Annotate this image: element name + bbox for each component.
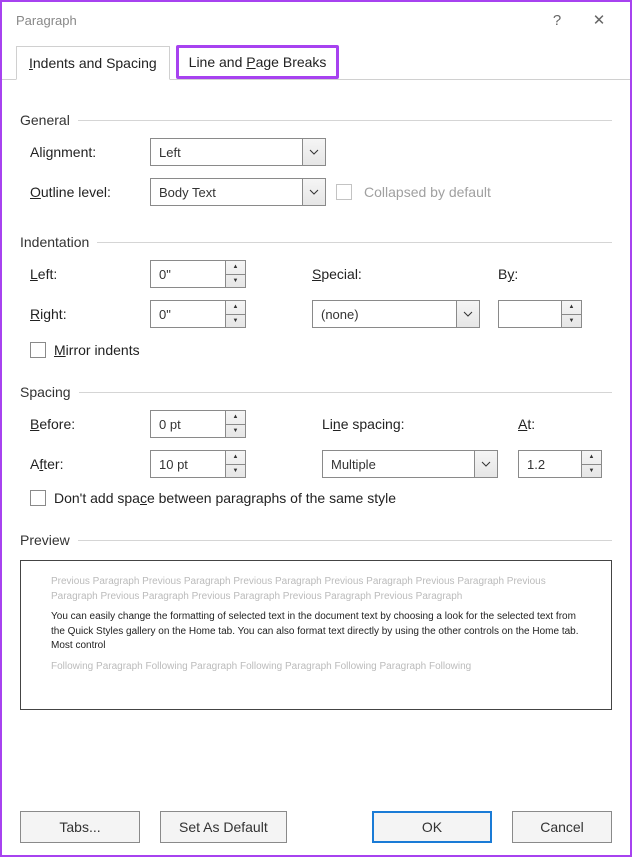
tabs-button-label: Tabs... (59, 819, 100, 835)
tab-line-and-page-breaks[interactable]: Line and Page Breaks (176, 45, 340, 79)
line-spacing-select[interactable]: Multiple (322, 450, 498, 478)
cancel-button[interactable]: Cancel (512, 811, 612, 843)
spinner-buttons[interactable]: ▲▼ (582, 450, 602, 478)
indent-right-value: 0" (150, 300, 226, 328)
outline-level-value: Body Text (150, 178, 302, 206)
spinner-buttons[interactable]: ▲▼ (226, 260, 246, 288)
collapsed-label: Collapsed by default (364, 184, 612, 200)
divider (78, 540, 612, 541)
section-heading-spacing: Spacing (20, 384, 71, 400)
tab-label: Line and Page Breaks (189, 54, 327, 70)
preview-following-text: Following Paragraph Following Paragraph … (51, 660, 581, 675)
by-value (498, 300, 562, 328)
divider (79, 392, 612, 393)
indent-right-spinner[interactable]: 0" ▲▼ (150, 300, 246, 328)
mirror-indents-label: Mirror indents (54, 342, 140, 358)
ok-button-label: OK (422, 819, 442, 835)
preview-box: Previous Paragraph Previous Paragraph Pr… (20, 560, 612, 710)
divider (78, 120, 612, 121)
special-label: Special: (312, 266, 462, 282)
collapsed-checkbox (336, 184, 352, 200)
line-spacing-label: Line spacing: (322, 416, 482, 432)
default-button-label: Set As Default (179, 819, 268, 835)
special-value: (none) (312, 300, 456, 328)
tabs-button[interactable]: Tabs... (20, 811, 140, 843)
ok-button[interactable]: OK (372, 811, 492, 843)
alignment-select[interactable]: Left (150, 138, 326, 166)
spinner-buttons[interactable]: ▲▼ (226, 450, 246, 478)
section-heading-general: General (20, 112, 70, 128)
set-as-default-button[interactable]: Set As Default (160, 811, 287, 843)
spinner-buttons[interactable]: ▲▼ (226, 300, 246, 328)
by-label: By: (498, 266, 612, 282)
help-icon[interactable]: ? (536, 2, 578, 38)
indent-left-spinner[interactable]: 0" ▲▼ (150, 260, 246, 288)
after-value: 10 pt (150, 450, 226, 478)
chevron-down-icon[interactable] (456, 300, 480, 328)
after-spinner[interactable]: 10 pt ▲▼ (150, 450, 246, 478)
at-spinner[interactable]: 1.2 ▲▼ (518, 450, 602, 478)
indent-right-label: Right: (30, 306, 140, 322)
alignment-value: Left (150, 138, 302, 166)
spinner-buttons[interactable]: ▲▼ (562, 300, 582, 328)
close-icon[interactable]: ✕ (578, 2, 620, 38)
mirror-indents-checkbox[interactable] (30, 342, 46, 358)
tab-indents-and-spacing[interactable]: Indents and Spacing (16, 46, 170, 80)
dialog-title: Paragraph (16, 13, 536, 28)
preview-main-text: You can easily change the formatting of … (51, 610, 581, 654)
dont-add-space-checkbox[interactable] (30, 490, 46, 506)
section-heading-preview: Preview (20, 532, 70, 548)
preview-previous-text: Previous Paragraph Previous Paragraph Pr… (51, 575, 581, 604)
chevron-down-icon[interactable] (302, 138, 326, 166)
special-select[interactable]: (none) (312, 300, 480, 328)
tab-label: Indents and Spacing (29, 55, 157, 71)
after-label: After: (30, 456, 140, 472)
by-spinner[interactable]: ▲▼ (498, 300, 582, 328)
dont-add-space-label: Don't add space between paragraphs of th… (54, 490, 396, 506)
section-heading-indentation: Indentation (20, 234, 89, 250)
at-label: At: (518, 416, 612, 432)
at-value: 1.2 (518, 450, 582, 478)
divider (97, 242, 612, 243)
cancel-button-label: Cancel (540, 819, 584, 835)
before-spinner[interactable]: 0 pt ▲▼ (150, 410, 246, 438)
before-value: 0 pt (150, 410, 226, 438)
chevron-down-icon[interactable] (474, 450, 498, 478)
indent-left-value: 0" (150, 260, 226, 288)
alignment-label: Alignment: (30, 144, 140, 160)
outline-level-label: Outline level: (30, 184, 140, 200)
tabstrip: Indents and Spacing Line and Page Breaks (2, 44, 630, 80)
outline-level-select[interactable]: Body Text (150, 178, 326, 206)
spinner-buttons[interactable]: ▲▼ (226, 410, 246, 438)
line-spacing-value: Multiple (322, 450, 474, 478)
before-label: Before: (30, 416, 140, 432)
chevron-down-icon[interactable] (302, 178, 326, 206)
indent-left-label: Left: (30, 266, 140, 282)
